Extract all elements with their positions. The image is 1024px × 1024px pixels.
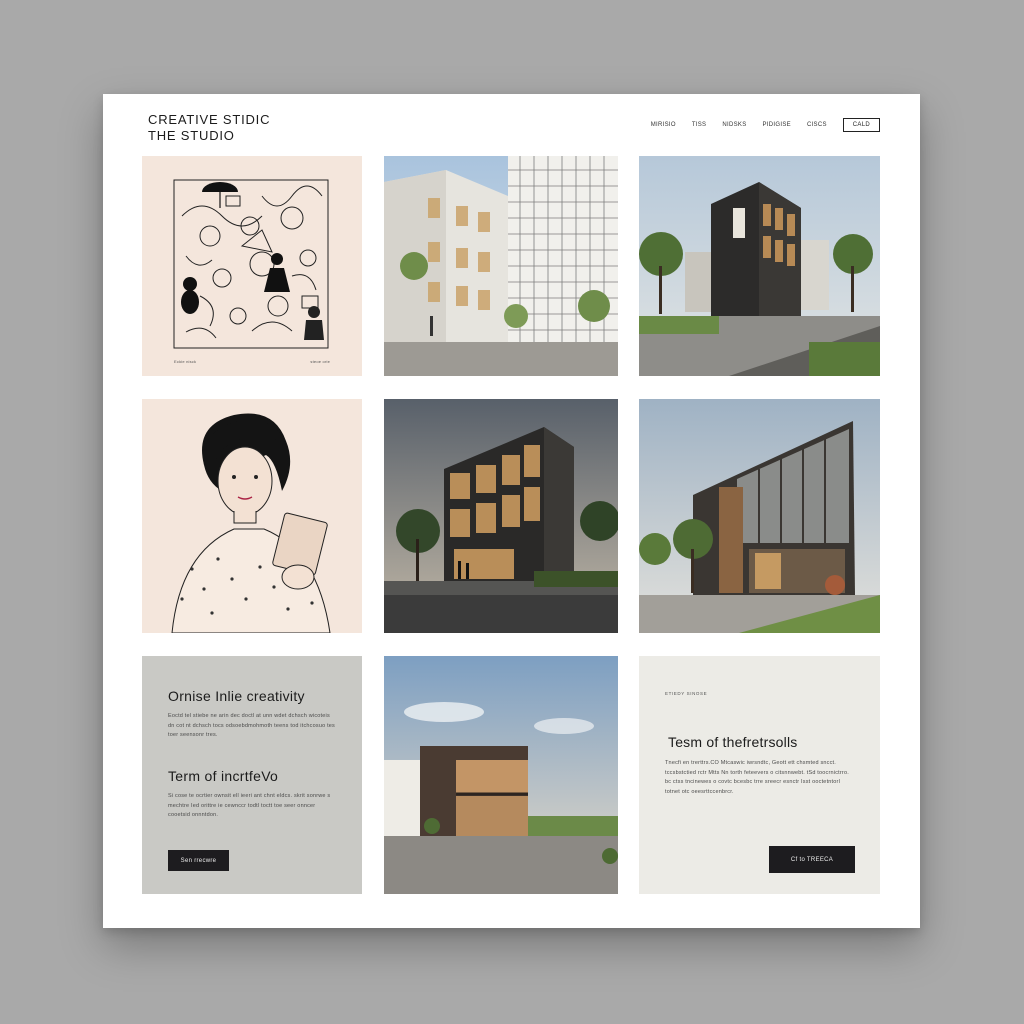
illustration-caption-right: steoe orie bbox=[310, 359, 330, 364]
portfolio-heading: Term of incrtfeVo bbox=[168, 768, 279, 784]
brand-line-1: CREATIVE STIDIC bbox=[148, 112, 271, 127]
glass-building-dusk-image bbox=[384, 399, 618, 633]
nav-cta-button[interactable]: CALD bbox=[842, 118, 880, 132]
nav-item-4[interactable]: PIDIGISE bbox=[763, 122, 791, 128]
brand-logo[interactable]: CREATIVE STIDIC THE STUDIO bbox=[148, 112, 270, 144]
brand-line-2: THE STUDIO bbox=[148, 128, 235, 143]
team-cta-button[interactable]: Cf to TREECA bbox=[769, 846, 855, 873]
intro-heading: Ornise Inlie creativity bbox=[168, 688, 305, 704]
architecture-photo-wood-glass[interactable] bbox=[639, 399, 880, 633]
brick-house-image bbox=[384, 656, 618, 894]
doodle-illustration-tile[interactable]: Eckie nisck steoe orie bbox=[142, 156, 362, 376]
intro-text-panel: Ornise Inlie creativity Eoctd tel stiebe… bbox=[142, 656, 362, 894]
team-paragraph: Tnecfi en trerttrs.CO Mtcaswic iwrsndtc,… bbox=[665, 760, 849, 795]
wood-glass-building-image bbox=[639, 399, 880, 633]
architecture-photo-grid-facade[interactable] bbox=[384, 156, 618, 376]
intro-paragraph: Eoctd tel stiebe ne arin dec doctl at un… bbox=[168, 713, 336, 738]
dark-tower-building-image bbox=[639, 156, 880, 376]
portrait-illustration-tile[interactable] bbox=[142, 399, 362, 633]
top-nav: MIRISIO TISS NIDSKS PIDIGISE CISCS CALD bbox=[651, 116, 880, 134]
team-text-panel: ETIEDY SINOSE Tesm of thefretrsolls Tnec… bbox=[639, 656, 880, 894]
architecture-photo-dark-tower[interactable] bbox=[639, 156, 880, 376]
illustration-caption-left: Eckie nisck bbox=[174, 359, 197, 364]
team-heading: Tesm of thefretrsolls bbox=[668, 734, 798, 750]
architecture-photo-glass-dusk[interactable] bbox=[384, 399, 618, 633]
doodle-illustration-image bbox=[142, 156, 362, 376]
nav-item-3[interactable]: NIDSKS bbox=[722, 122, 746, 128]
portfolio-paragraph: Si cose te ocrtier ownsit ell ieeri ant … bbox=[168, 793, 331, 818]
nav-item-5[interactable]: CISCS bbox=[807, 122, 827, 128]
grid-facade-building-image bbox=[384, 156, 618, 376]
woman-reading-illustration bbox=[142, 399, 362, 633]
portfolio-page: CREATIVE STIDIC THE STUDIO MIRISIO TISS … bbox=[103, 94, 920, 928]
nav-item-1[interactable]: MIRISIO bbox=[651, 122, 676, 128]
team-eyebrow: ETIEDY SINOSE bbox=[665, 691, 708, 696]
intro-cta-button[interactable]: Sen rrecwre bbox=[168, 850, 229, 871]
nav-item-2[interactable]: TISS bbox=[692, 122, 707, 128]
architecture-photo-brick-house[interactable] bbox=[384, 656, 618, 894]
